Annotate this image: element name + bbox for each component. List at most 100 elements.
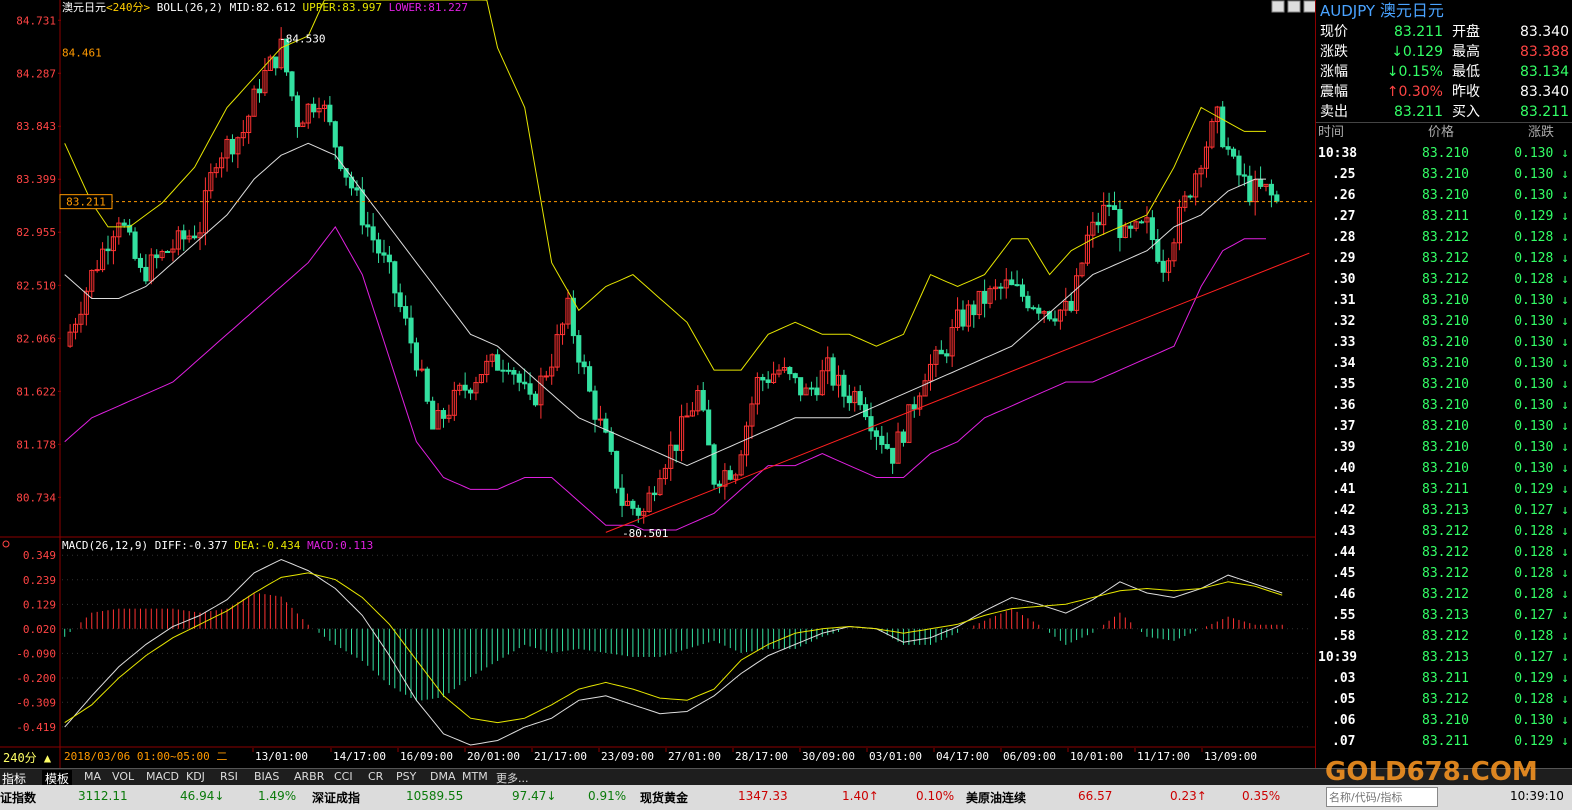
chart-svg[interactable]: 澳元日元<240分> BOLL(26,2) MID:82.612 UPPER:8…: [0, 0, 1317, 768]
tick-price: 83.212: [1422, 692, 1469, 707]
x-tick-label: 14/17:00: [333, 750, 386, 763]
indicator-tab[interactable]: ARBR: [294, 770, 324, 783]
candle-body: [1068, 300, 1074, 311]
tick-price: 83.210: [1422, 713, 1469, 728]
candle-body: [614, 450, 620, 489]
ticker-item: 66.57: [1078, 789, 1113, 803]
candle-body: [765, 379, 771, 383]
search-input[interactable]: [1327, 788, 1435, 806]
candle-body: [532, 393, 539, 406]
window-control-icon: [1303, 0, 1317, 13]
indicator-tab[interactable]: PSY: [396, 770, 416, 783]
tick-row: .58 83.212 0.128 ↓: [1316, 626, 1572, 647]
tick-row: .39 83.210 0.130 ↓: [1316, 437, 1572, 458]
tick-price: 83.212: [1422, 587, 1469, 602]
candle-body: [868, 416, 874, 432]
tick-time: .26: [1332, 188, 1356, 203]
tick-price: 83.212: [1422, 566, 1469, 581]
tick-change: 0.129 ↓: [1514, 671, 1569, 686]
price-y-tick: 82.066: [16, 332, 56, 345]
candle-body: [1095, 221, 1101, 226]
candle-body: [1274, 194, 1280, 202]
market-ticker: 10:39:10 证指数 3112.11 46.94↓ 1.49% 深证成指 10589.…: [0, 785, 1572, 810]
candle-body: [808, 387, 815, 390]
quote-row: 涨幅 ↓0.15% 最低 83.134: [1316, 62, 1572, 82]
indicator-tab[interactable]: MACD: [146, 770, 179, 783]
candle-body: [814, 387, 820, 396]
candle-body: [998, 286, 1004, 289]
tick-row: .33 83.210 0.130 ↓: [1316, 332, 1572, 353]
x-tick-label: 23/09:00: [601, 750, 654, 763]
watermark-logo: GOLD678.COM: [1325, 757, 1538, 787]
candle-body: [1036, 307, 1042, 314]
indicator-tab[interactable]: MA: [84, 770, 101, 783]
candle-body: [511, 370, 517, 375]
tick-row: .41 83.211 0.129 ↓: [1316, 479, 1572, 500]
tick-change: 0.128 ↓: [1514, 587, 1569, 602]
chart-area[interactable]: 澳元日元<240分> BOLL(26,2) MID:82.612 UPPER:8…: [0, 0, 1317, 768]
candle-body: [982, 290, 988, 304]
candle-body: [706, 409, 712, 446]
tick-time: .28: [1332, 230, 1356, 245]
quote-value: 83.211: [1394, 104, 1443, 120]
tick-row: .35 83.210 0.130 ↓: [1316, 374, 1572, 395]
indicator-tab[interactable]: 更多...: [496, 770, 529, 786]
tick-change: 0.129 ↓: [1514, 734, 1569, 749]
candle-body: [440, 410, 447, 419]
tick-change: 0.130 ↓: [1514, 188, 1569, 203]
tick-time: 10:39: [1318, 650, 1358, 665]
tick-row: .31 83.210 0.130 ↓: [1316, 290, 1572, 311]
tick-change: 0.129 ↓: [1514, 482, 1569, 497]
search-box[interactable]: [1326, 787, 1438, 807]
indicator-tab[interactable]: RSI: [220, 770, 238, 783]
candle-body: [787, 366, 793, 375]
tick-price: 83.212: [1422, 251, 1469, 266]
tick-change: 0.128 ↓: [1514, 524, 1569, 539]
candle-body: [1236, 155, 1242, 176]
candle-body: [841, 374, 847, 397]
price-y-tick: 82.510: [16, 279, 56, 292]
indicator-tab[interactable]: DMA: [430, 770, 456, 783]
tick-header: 时间 价格 涨跌: [1316, 122, 1572, 143]
quote-value: 83.340: [1520, 84, 1569, 100]
x-tick-label: 16/09:00: [400, 750, 453, 763]
indicator-tab[interactable]: BIAS: [254, 770, 279, 783]
indicator-tab[interactable]: MTM: [462, 770, 488, 783]
x-tick-label: 21/17:00: [534, 750, 587, 763]
candle-body: [630, 500, 636, 509]
ticker-item: 现货黄金: [640, 791, 689, 805]
indicator-tab[interactable]: CR: [368, 770, 383, 783]
x-tick-label: 13/09:00: [1204, 750, 1257, 763]
price-y-tick: 81.178: [16, 438, 56, 451]
candle-body: [386, 254, 392, 263]
tick-price: 83.210: [1422, 440, 1469, 455]
tick-list[interactable]: 10:38 83.210 0.130 ↓ .25 83.210 0.130 ↓ .26 83.…: [1316, 143, 1572, 752]
ticker-item: 1.40↑: [842, 789, 879, 803]
candle-body: [462, 384, 468, 391]
price-y-tick: 80.734: [16, 491, 56, 504]
tick-price: 83.210: [1422, 398, 1469, 413]
candle-body: [651, 492, 658, 496]
tick-time: .33: [1332, 335, 1356, 350]
quote-label: 买入: [1452, 104, 1480, 120]
indicator-tab[interactable]: VOL: [112, 770, 134, 783]
tick-time: .29: [1332, 251, 1356, 266]
candle-body: [94, 269, 100, 272]
candle-body: [121, 222, 127, 226]
tick-header-change: 涨跌: [1528, 125, 1555, 140]
tick-time: .41: [1332, 482, 1356, 497]
price-y-tick: 81.622: [16, 385, 56, 398]
candle-body: [1149, 217, 1155, 241]
indicator-tab[interactable]: KDJ: [186, 770, 205, 783]
macd-indicator-header: MACD(26,12,9) DIFF:-0.377 DEA:-0.434 MAC…: [62, 539, 373, 552]
indicator-tab[interactable]: CCI: [334, 770, 353, 783]
ticker-item: 1347.33: [738, 789, 788, 803]
ticker-item: 0.35%: [1242, 789, 1281, 803]
candle-body: [971, 304, 977, 316]
candle-body: [430, 400, 436, 430]
period-button[interactable]: 240分 ▲: [3, 751, 52, 765]
ticker-item: 10589.55: [406, 789, 464, 803]
candle-body: [500, 369, 506, 372]
low-annotation: -80.501: [622, 527, 668, 540]
quote-label: 昨收: [1452, 84, 1480, 100]
